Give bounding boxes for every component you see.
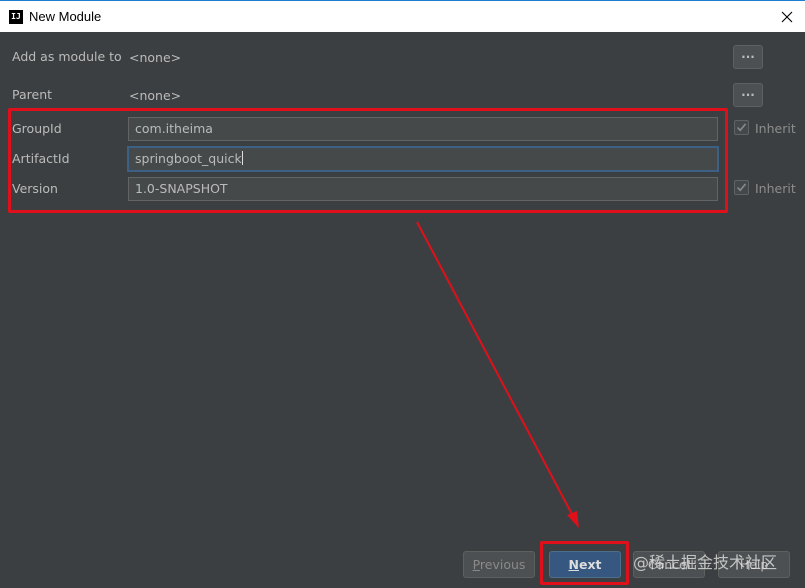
- annotation-arrow: [416, 221, 579, 528]
- watermark: @稀土掘金技术社区: [633, 553, 778, 572]
